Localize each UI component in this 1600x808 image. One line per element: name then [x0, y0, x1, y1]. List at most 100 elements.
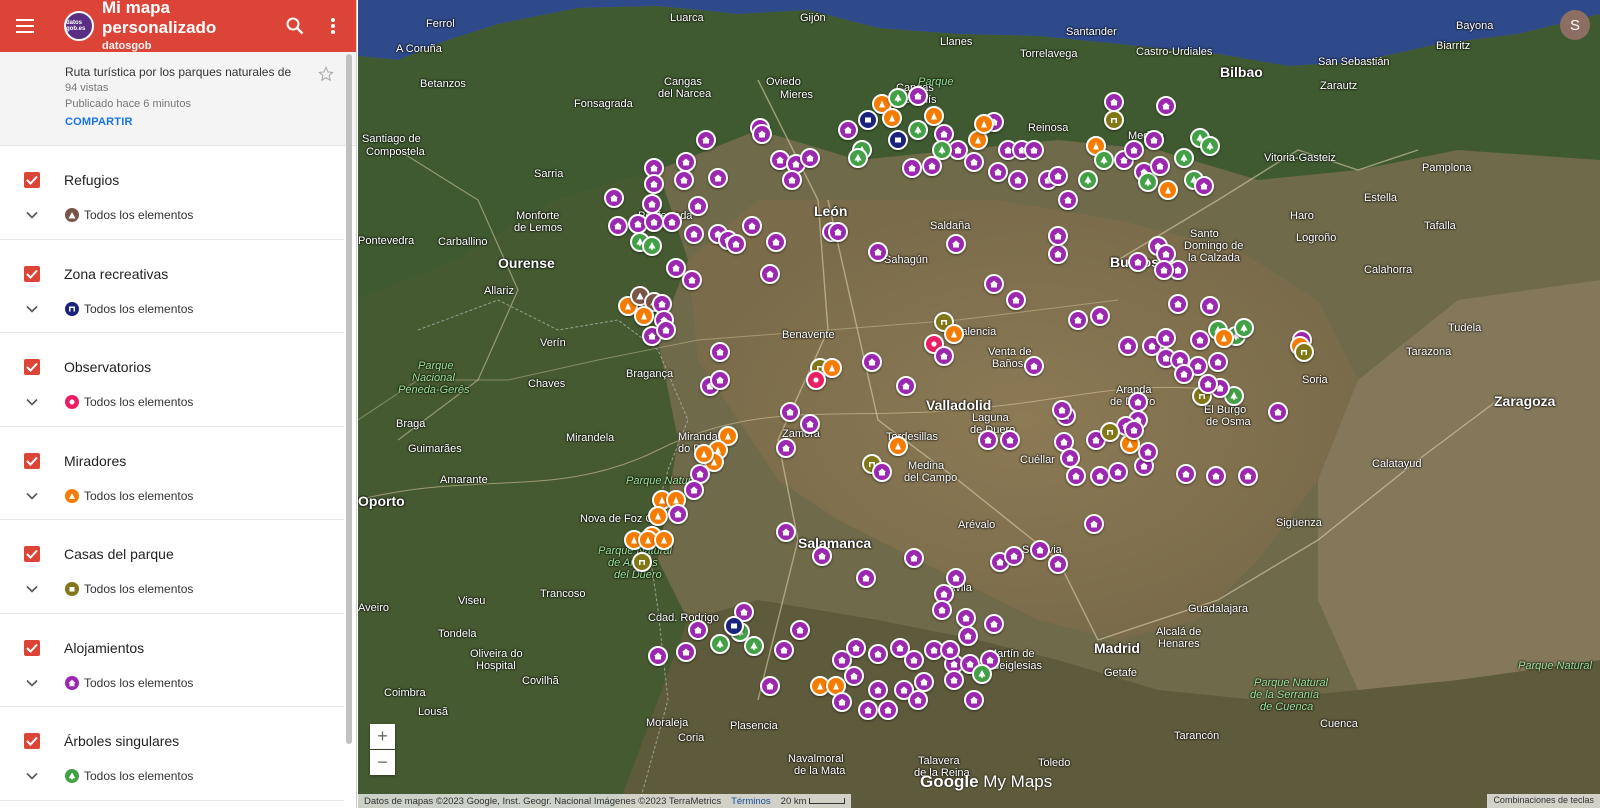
map-marker[interactable]	[694, 444, 714, 464]
map-marker[interactable]	[696, 130, 716, 150]
map-marker[interactable]	[760, 676, 780, 696]
map-marker[interactable]	[1104, 110, 1124, 130]
layer-name[interactable]: Miradores	[64, 453, 126, 469]
map-marker[interactable]	[1234, 318, 1254, 338]
map-marker[interactable]	[688, 196, 708, 216]
map-marker[interactable]	[964, 690, 984, 710]
layer-checkbox[interactable]	[24, 546, 40, 562]
search-button[interactable]	[276, 0, 314, 52]
map-marker[interactable]	[956, 608, 976, 628]
map-marker[interactable]	[724, 616, 744, 636]
map-marker[interactable]	[776, 438, 796, 458]
map-marker[interactable]	[832, 692, 852, 712]
map-marker[interactable]	[914, 672, 934, 692]
map-marker[interactable]	[1190, 330, 1210, 350]
map-marker[interactable]	[708, 168, 728, 188]
map-marker[interactable]	[1128, 252, 1148, 272]
expand-layer-button[interactable]	[24, 585, 40, 593]
zoom-out-button[interactable]: −	[370, 750, 395, 775]
map-marker[interactable]	[858, 110, 878, 130]
map-marker[interactable]	[984, 274, 1004, 294]
map-marker[interactable]	[984, 614, 1004, 634]
map-marker[interactable]	[800, 148, 820, 168]
map-marker[interactable]	[1156, 96, 1176, 116]
map-marker[interactable]	[888, 436, 908, 456]
map-marker[interactable]	[888, 88, 908, 108]
map-marker[interactable]	[1206, 466, 1226, 486]
layer-subitem-label[interactable]: Todos los elementos	[84, 302, 193, 316]
map-marker[interactable]	[644, 212, 664, 232]
map-marker[interactable]	[806, 370, 826, 390]
map-marker[interactable]	[1048, 244, 1068, 264]
map-marker[interactable]	[1090, 306, 1110, 326]
map-marker[interactable]	[688, 620, 708, 640]
map-marker[interactable]	[608, 216, 628, 236]
layer-name[interactable]: Alojamientos	[64, 640, 144, 656]
map-marker[interactable]	[1294, 342, 1314, 362]
map-marker[interactable]	[1066, 466, 1086, 486]
map-marker[interactable]	[1238, 466, 1258, 486]
map-marker[interactable]	[1158, 180, 1178, 200]
map-marker[interactable]	[684, 480, 704, 500]
map-marker[interactable]	[908, 690, 928, 710]
layer-subitem-label[interactable]: Todos los elementos	[84, 582, 193, 596]
map-marker[interactable]	[974, 114, 994, 134]
map-marker[interactable]	[908, 120, 928, 140]
expand-layer-button[interactable]	[24, 398, 40, 406]
map-marker[interactable]	[904, 650, 924, 670]
map-marker[interactable]	[896, 376, 916, 396]
map-marker[interactable]	[676, 642, 696, 662]
map-marker[interactable]	[888, 130, 908, 150]
menu-button[interactable]	[0, 0, 50, 52]
map-marker[interactable]	[642, 236, 662, 256]
map-marker[interactable]	[1150, 156, 1170, 176]
map-view[interactable]: Ferrol A Coruña Betanzos Santiago de Compost…	[358, 0, 1600, 808]
map-marker[interactable]	[752, 124, 772, 144]
map-marker[interactable]	[1174, 364, 1194, 384]
map-marker[interactable]	[774, 640, 794, 660]
layer-checkbox[interactable]	[24, 733, 40, 749]
map-marker[interactable]	[978, 430, 998, 450]
map-marker[interactable]	[940, 640, 960, 660]
map-marker[interactable]	[1104, 92, 1124, 112]
user-avatar[interactable]: S	[1560, 10, 1590, 40]
map-marker[interactable]	[632, 552, 652, 572]
map-marker[interactable]	[710, 370, 730, 390]
map-marker[interactable]	[654, 530, 674, 550]
map-marker[interactable]	[790, 620, 810, 640]
map-marker[interactable]	[684, 224, 704, 244]
map-marker[interactable]	[1200, 136, 1220, 156]
map-marker[interactable]	[1198, 374, 1218, 394]
map-marker[interactable]	[744, 636, 764, 656]
map-marker[interactable]	[710, 634, 730, 654]
map-marker[interactable]	[868, 644, 888, 664]
map-marker[interactable]	[922, 156, 942, 176]
map-marker[interactable]	[1048, 166, 1068, 186]
map-marker[interactable]	[1108, 462, 1128, 482]
layer-subitem-label[interactable]: Todos los elementos	[84, 769, 193, 783]
map-marker[interactable]	[1168, 294, 1188, 314]
scale-bar[interactable]: 20 km	[781, 796, 846, 807]
layer-name[interactable]: Refugios	[64, 172, 119, 188]
map-marker[interactable]	[838, 120, 858, 140]
map-marker[interactable]	[742, 216, 762, 236]
map-marker[interactable]	[648, 646, 668, 666]
map-marker[interactable]	[964, 152, 984, 172]
expand-layer-button[interactable]	[24, 305, 40, 313]
map-marker[interactable]	[634, 306, 654, 326]
layer-subitem-label[interactable]: Todos los elementos	[84, 395, 193, 409]
map-marker[interactable]	[1124, 420, 1144, 440]
map-marker[interactable]	[676, 152, 696, 172]
expand-layer-button[interactable]	[24, 211, 40, 219]
map-marker[interactable]	[662, 212, 682, 232]
map-marker[interactable]	[1084, 514, 1104, 534]
map-marker[interactable]	[1154, 260, 1174, 280]
map-marker[interactable]	[904, 548, 924, 568]
map-marker[interactable]	[1200, 296, 1220, 316]
layer-name[interactable]: Árboles singulares	[64, 733, 179, 749]
map-marker[interactable]	[1004, 546, 1024, 566]
map-marker[interactable]	[1174, 148, 1194, 168]
map-marker[interactable]	[862, 352, 882, 372]
map-marker[interactable]	[1024, 356, 1044, 376]
map-marker[interactable]	[1268, 402, 1288, 422]
